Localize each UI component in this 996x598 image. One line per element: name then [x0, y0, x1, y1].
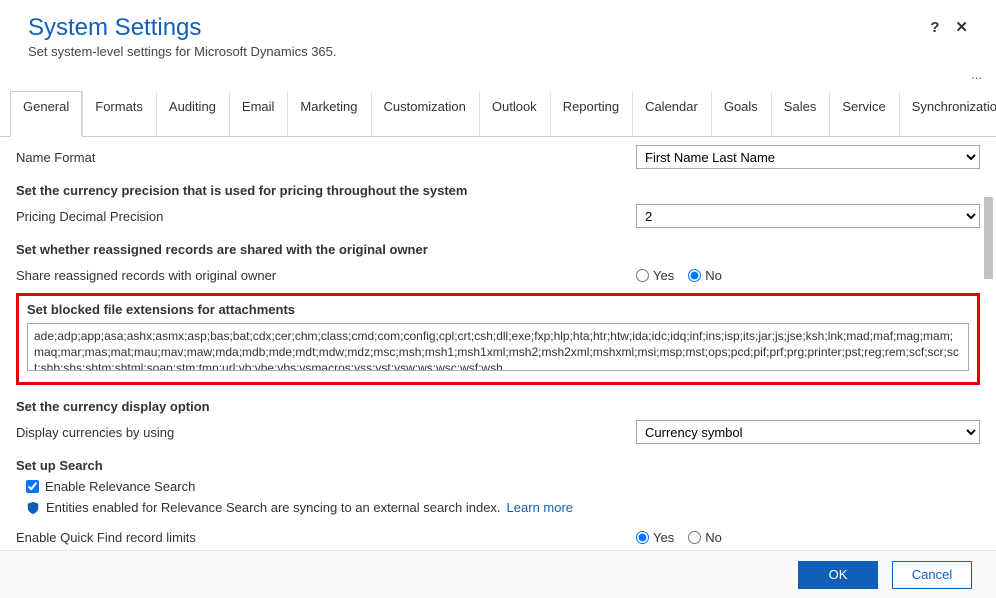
- overflow-ellipsis[interactable]: ...: [0, 67, 996, 83]
- tab-marketing[interactable]: Marketing: [287, 91, 370, 136]
- display-currencies-select[interactable]: Currency symbol: [636, 420, 980, 444]
- tab-goals[interactable]: Goals: [711, 91, 771, 136]
- quickfind-no[interactable]: No: [688, 530, 722, 545]
- quickfind-yes[interactable]: Yes: [636, 530, 674, 545]
- scrollbar-thumb[interactable]: [984, 197, 993, 279]
- learn-more-link[interactable]: Learn more: [507, 500, 573, 515]
- quickfind-yes-radio[interactable]: [636, 531, 649, 544]
- pricing-precision-select[interactable]: 2: [636, 204, 980, 228]
- cancel-button[interactable]: Cancel: [892, 561, 972, 589]
- tabs-bar: GeneralFormatsAuditingEmailMarketingCust…: [0, 91, 996, 137]
- ok-button[interactable]: OK: [798, 561, 878, 589]
- tab-formats[interactable]: Formats: [82, 91, 156, 136]
- footer: OK Cancel: [0, 550, 996, 598]
- page-subtitle: Set system-level settings for Microsoft …: [28, 44, 930, 59]
- tab-sales[interactable]: Sales: [771, 91, 830, 136]
- name-format-select[interactable]: First Name Last Name: [636, 145, 980, 169]
- shield-icon: [26, 501, 40, 515]
- share-reassigned-yes[interactable]: Yes: [636, 268, 674, 283]
- enable-relevance-checkbox[interactable]: [26, 480, 39, 493]
- tab-customization[interactable]: Customization: [371, 91, 479, 136]
- page-title: System Settings: [28, 14, 930, 42]
- content-panel: Name Format First Name Last Name Set the…: [0, 137, 996, 549]
- blocked-extensions-section: Set blocked file extensions for attachme…: [16, 293, 980, 385]
- tab-calendar[interactable]: Calendar: [632, 91, 711, 136]
- blocked-extensions-heading: Set blocked file extensions for attachme…: [27, 302, 969, 317]
- tab-auditing[interactable]: Auditing: [156, 91, 229, 136]
- reassigned-heading: Set whether reassigned records are share…: [16, 242, 980, 257]
- enable-relevance-label: Enable Relevance Search: [45, 479, 195, 494]
- quickfind-label: Enable Quick Find record limits: [16, 530, 636, 545]
- search-heading: Set up Search: [16, 458, 980, 473]
- name-format-label: Name Format: [16, 150, 636, 165]
- help-icon[interactable]: ?: [930, 19, 939, 36]
- close-icon[interactable]: ✕: [955, 18, 968, 36]
- share-reassigned-yes-radio[interactable]: [636, 269, 649, 282]
- tab-outlook[interactable]: Outlook: [479, 91, 550, 136]
- display-currencies-label: Display currencies by using: [16, 425, 636, 440]
- tab-reporting[interactable]: Reporting: [550, 91, 632, 136]
- currency-display-heading: Set the currency display option: [16, 399, 980, 414]
- share-reassigned-label: Share reassigned records with original o…: [16, 268, 636, 283]
- tab-email[interactable]: Email: [229, 91, 288, 136]
- quickfind-no-radio[interactable]: [688, 531, 701, 544]
- currency-precision-heading: Set the currency precision that is used …: [16, 183, 980, 198]
- blocked-extensions-input[interactable]: [27, 323, 969, 371]
- scrollbar-track[interactable]: [982, 139, 994, 547]
- tab-synchronization[interactable]: Synchronization: [899, 91, 996, 136]
- tab-general[interactable]: General: [10, 91, 82, 137]
- share-reassigned-no-radio[interactable]: [688, 269, 701, 282]
- relevance-info-text: Entities enabled for Relevance Search ar…: [46, 500, 501, 515]
- pricing-precision-label: Pricing Decimal Precision: [16, 209, 636, 224]
- tab-service[interactable]: Service: [829, 91, 898, 136]
- share-reassigned-no[interactable]: No: [688, 268, 722, 283]
